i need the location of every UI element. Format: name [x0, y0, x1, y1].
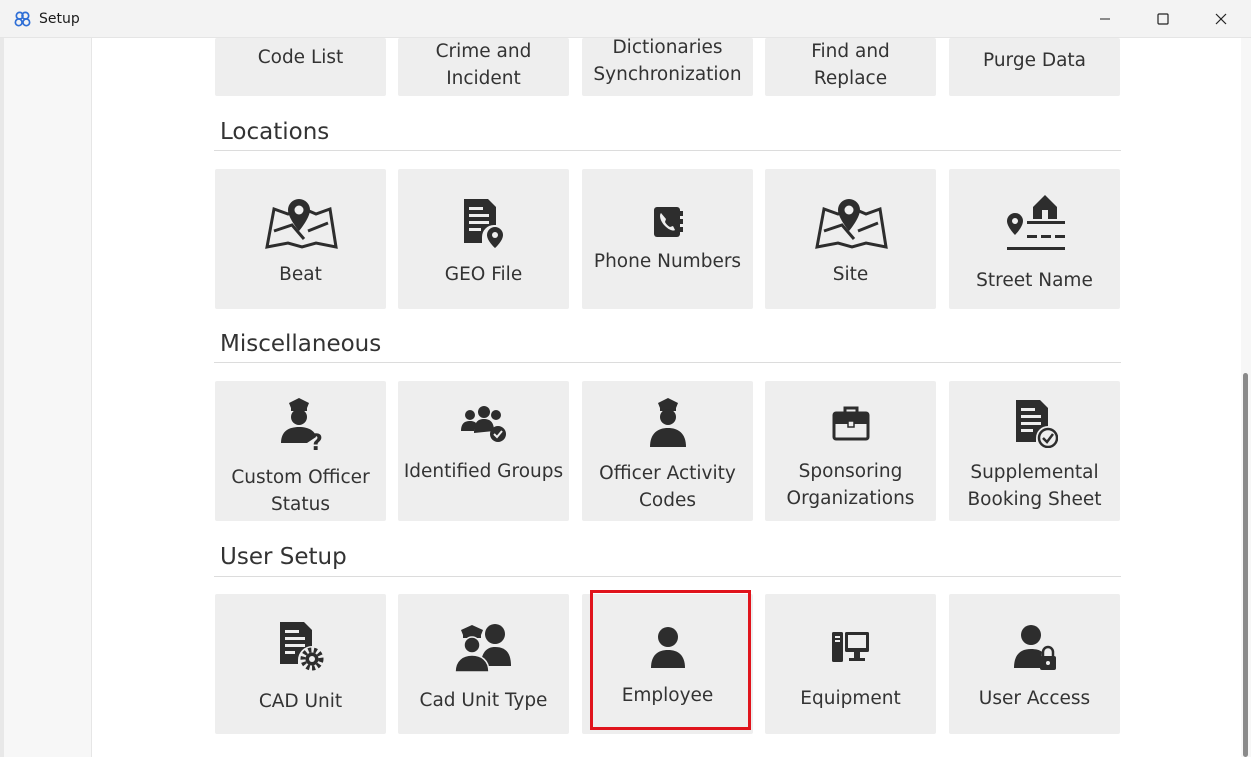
tile-supplemental-booking-sheet[interactable]: Supplemental Booking Sheet [949, 381, 1120, 521]
section-divider [214, 362, 1121, 363]
tile-label: Phone Numbers [593, 251, 742, 272]
tile-label: Site [832, 264, 869, 285]
tile-label: Code List [257, 47, 344, 68]
section-divider [214, 576, 1121, 577]
phone-book-icon [582, 205, 753, 239]
user-icon [582, 626, 753, 670]
tile-label: Beat [279, 264, 322, 285]
minimize-icon [1100, 18, 1110, 20]
tile-street-name[interactable]: Street Name [949, 169, 1120, 309]
tile-employee[interactable]: Employee [582, 594, 753, 734]
section-divider [214, 150, 1121, 151]
tile-label: Dictionaries Synchronization [593, 37, 742, 85]
tile-label: Street Name [976, 270, 1093, 291]
tile-label: Crime and Incident [435, 41, 532, 89]
tile-label: Identified Groups [403, 461, 564, 482]
document-gear-icon [215, 620, 386, 672]
document-check-icon [949, 398, 1120, 448]
street-house-icon [949, 193, 1120, 253]
tile-label: CAD Unit [258, 691, 343, 712]
tile-equipment[interactable]: Equipment [765, 594, 936, 734]
map-pin-icon [765, 197, 936, 249]
close-button[interactable] [1192, 0, 1250, 38]
geo-file-icon [398, 197, 569, 249]
tile-label: Cad Unit Type [419, 690, 548, 711]
tile-label: Sponsoring Organizations [786, 461, 915, 509]
svg-text:?: ? [310, 431, 323, 453]
officers-group-icon [398, 622, 569, 674]
tile-geo-file[interactable]: GEO File [398, 169, 569, 309]
tile-crime-and-incident[interactable]: Crime and Incident [398, 38, 569, 96]
briefcase-icon [765, 406, 936, 442]
title-bar: Setup [0, 0, 1251, 38]
tile-officer-activity-codes[interactable]: Officer Activity Codes [582, 381, 753, 521]
tile-cad-unit[interactable]: CAD Unit [215, 594, 386, 734]
tile-site[interactable]: Site [765, 169, 936, 309]
tile-sponsoring-organizations[interactable]: Sponsoring Organizations [765, 381, 936, 521]
scrollbar-thumb[interactable] [1243, 373, 1248, 757]
tile-identified-groups[interactable]: Identified Groups [398, 381, 569, 521]
tile-purge-data[interactable]: Purge Data [949, 38, 1120, 96]
tile-cad-unit-type[interactable]: Cad Unit Type [398, 594, 569, 734]
tile-beat[interactable]: Beat [215, 169, 386, 309]
section-title-user-setup: User Setup [220, 544, 347, 570]
tile-dictionaries-synchronization[interactable]: Dictionaries Synchronization [582, 37, 753, 96]
sidebar [4, 38, 92, 757]
officer-icon [582, 395, 753, 449]
maximize-icon [1157, 13, 1169, 25]
app-logo-icon [14, 11, 31, 27]
tile-label: Custom Officer Status [231, 467, 370, 515]
section-title-locations: Locations [220, 119, 330, 145]
user-lock-icon [949, 624, 1120, 674]
maximize-button[interactable] [1134, 0, 1192, 38]
officer-question-icon: ? [215, 395, 386, 453]
tile-user-access[interactable]: User Access [949, 594, 1120, 734]
tile-label: Equipment [800, 688, 901, 709]
tile-label: Supplemental Booking Sheet [967, 462, 1102, 510]
map-pin-icon [215, 197, 386, 249]
vertical-scrollbar[interactable] [1241, 38, 1251, 757]
tile-phone-numbers[interactable]: Phone Numbers [582, 169, 753, 309]
tile-label: Find and Replace [811, 41, 890, 89]
section-title-miscellaneous: Miscellaneous [220, 331, 382, 357]
close-icon [1215, 13, 1227, 25]
tile-custom-officer-status[interactable]: ? Custom Officer Status [215, 381, 386, 521]
tile-label: User Access [978, 688, 1091, 709]
tile-label: Employee [621, 685, 714, 706]
tile-code-list[interactable]: Code List [215, 38, 386, 96]
tile-find-and-replace[interactable]: Find and Replace [765, 38, 936, 96]
tile-label: Officer Activity Codes [599, 463, 736, 511]
minimize-button[interactable] [1076, 0, 1134, 38]
window-title: Setup [39, 11, 80, 27]
group-check-icon [398, 405, 569, 443]
computer-icon [765, 630, 936, 666]
tile-label: Purge Data [982, 50, 1086, 71]
tile-label: GEO File [444, 264, 523, 285]
